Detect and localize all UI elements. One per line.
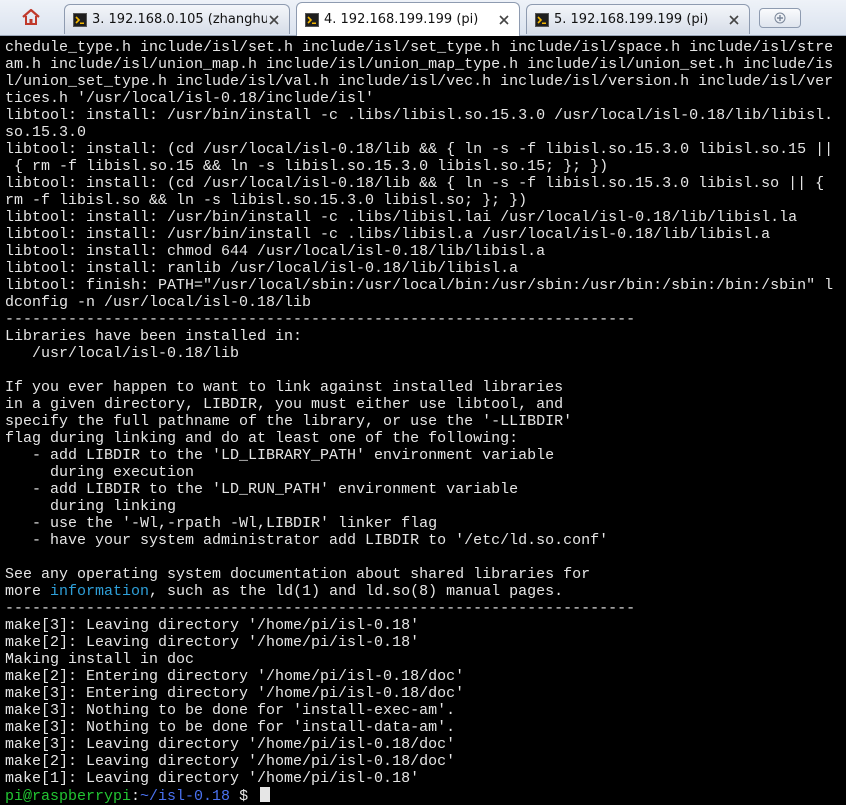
terminal-tab-icon [305,12,319,27]
line-text: more [5,583,51,600]
terminal-line: Libraries have been installed in: [5,328,303,345]
prompt-symbol: $ [230,788,258,805]
tab-label: 3. 192.168.0.105 (zhanghui) [92,12,267,27]
terminal-line: If you ever happen to want to link again… [5,379,564,396]
text-cursor [260,787,271,802]
terminal-line: libtool: install: /usr/bin/install -c .l… [5,226,771,243]
terminal-line: - add LIBDIR to the 'LD_LIBRARY_PATH' en… [5,447,555,464]
terminal-line: { rm -f libisl.so.15 && ln -s libisl.so.… [5,158,609,175]
terminal-line: make[1]: Leaving directory '/home/pi/isl… [5,770,420,787]
terminal-line: during linking [5,498,177,515]
close-icon[interactable] [727,13,741,27]
terminal-line: /usr/local/isl-0.18/lib [5,345,240,362]
shell-prompt[interactable]: pi@raspberrypi:~/isl-0.18 $ [5,787,846,805]
tab-session-5[interactable]: 5. 192.168.199.199 (pi) [526,4,750,34]
terminal-line: Making install in doc [5,651,195,668]
terminal-line: libtool: install: ranlib /usr/local/isl-… [5,260,519,277]
terminal-line: make[2]: Entering directory '/home/pi/is… [5,668,465,685]
terminal-line: make[3]: Entering directory '/home/pi/is… [5,685,465,702]
terminal-line: in a given directory, LIBDIR, you must e… [5,396,564,413]
tab-label: 5. 192.168.199.199 (pi) [554,12,709,27]
home-button[interactable] [6,3,56,31]
terminal-line: libtool: finish: PATH="/usr/local/sbin:/… [5,277,834,294]
tab-session-4[interactable]: 4. 192.168.199.199 (pi) [296,2,520,36]
terminal-line: make[2]: Leaving directory '/home/pi/isl… [5,634,420,651]
prompt-user-host: pi@raspberrypi [5,788,132,805]
terminal-line: libtool: install: /usr/bin/install -c .l… [5,107,834,124]
terminal-line: am.h include/isl/union_map.h include/isl… [5,56,834,73]
terminal-output[interactable]: chedule_type.h include/isl/set.h include… [0,36,846,805]
terminal-line: make[3]: Nothing to be done for 'install… [5,719,456,736]
terminal-line: during execution [5,464,195,481]
terminal-line: make[3]: Leaving directory '/home/pi/isl… [5,736,456,753]
close-icon[interactable] [497,13,511,27]
terminal-line: ----------------------------------------… [5,600,636,617]
terminal-line: - have your system administrator add LIB… [5,532,609,549]
terminal-line: make[3]: Leaving directory '/home/pi/isl… [5,617,420,634]
line-text: , such as the ld(1) and ld.so(8) manual … [149,583,564,600]
terminal-line: specify the full pathname of the library… [5,413,573,430]
terminal-line: libtool: install: (cd /usr/local/isl-0.1… [5,141,834,158]
terminal-line: ----------------------------------------… [5,311,636,328]
terminal-line: make[3]: Nothing to be done for 'install… [5,702,456,719]
close-icon[interactable] [267,13,281,27]
terminal-tab-icon [535,12,549,27]
terminal-line: make[2]: Leaving directory '/home/pi/isl… [5,753,456,770]
new-tab-icon [774,12,786,24]
tab-session-3[interactable]: 3. 192.168.0.105 (zhanghui) [64,4,290,34]
tab-label: 4. 192.168.199.199 (pi) [324,12,479,27]
terminal-line: flag during linking and do at least one … [5,430,519,447]
tab-bar: 3. 192.168.0.105 (zhanghui) 4. 192.168.1… [0,0,846,36]
terminal-line: l/union_set_type.h include/isl/val.h inc… [5,73,834,90]
terminal-line: so.15.3.0 [5,124,87,141]
terminal-line: dconfig -n /usr/local/isl-0.18/lib [5,294,312,311]
terminal-line-link: more information, such as the ld(1) and … [5,583,846,600]
information-link[interactable]: information [50,583,149,600]
prompt-separator: : [131,788,141,805]
terminal-line: libtool: install: (cd /usr/local/isl-0.1… [5,175,825,192]
terminal-line: chedule_type.h include/isl/set.h include… [5,39,834,56]
terminal-line: - use the '-Wl,-rpath -Wl,LIBDIR' linker… [5,515,438,532]
prompt-path: ~/isl-0.18 [140,788,231,805]
home-icon [22,8,40,25]
terminal-line: tices.h '/usr/local/isl-0.18/include/isl… [5,90,375,107]
terminal-tab-icon [73,12,87,27]
terminal-line: - add LIBDIR to the 'LD_RUN_PATH' enviro… [5,481,519,498]
terminal-line: See any operating system documentation a… [5,566,591,583]
new-tab-button[interactable] [759,8,801,28]
terminal-line: rm -f libisl.so && ln -s libisl.so.15.3.… [5,192,528,209]
terminal-line: libtool: install: /usr/bin/install -c .l… [5,209,798,226]
terminal-line: libtool: install: chmod 644 /usr/local/i… [5,243,546,260]
